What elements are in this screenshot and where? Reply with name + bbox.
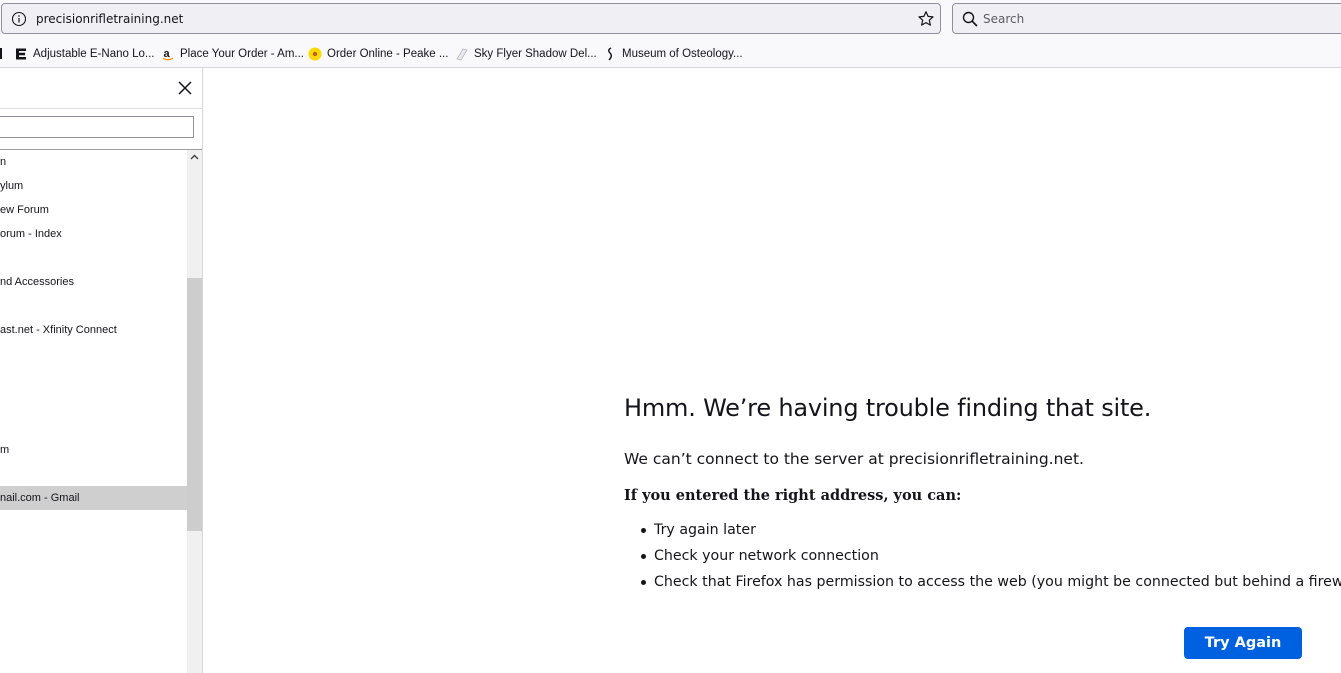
sidebar-list-item[interactable]: ew Forum bbox=[0, 198, 187, 222]
sidebar-list-item[interactable]: nd Accessories bbox=[0, 270, 187, 294]
search-input[interactable] bbox=[983, 10, 1283, 28]
close-icon[interactable] bbox=[177, 80, 193, 96]
bookmark-label: Museum of Osteology... bbox=[622, 48, 743, 60]
search-bar[interactable] bbox=[952, 3, 1341, 34]
error-description: We can’t connect to the server at precis… bbox=[624, 450, 1084, 468]
glider-icon bbox=[455, 47, 469, 61]
error-title: Hmm. We’re having trouble finding that s… bbox=[624, 394, 1152, 422]
sidebar-list: n ylum ew Forum orum - Index nd Accessories a… bbox=[0, 150, 187, 673]
bookmark-label: Place Your Order - Am... bbox=[180, 48, 305, 60]
address-bar[interactable]: precisionrifletraining.net bbox=[1, 3, 941, 34]
bookmark-label: Order Online - Peake ... bbox=[327, 48, 449, 60]
suggestion-item: Try again later bbox=[624, 518, 1341, 544]
bookmark-item[interactable]: Order Online - Peake ... bbox=[308, 45, 448, 63]
sidebar-list-item[interactable]: m bbox=[0, 438, 187, 462]
sidebar-list-item[interactable] bbox=[0, 342, 187, 366]
bookmark-item[interactable]: Museum of Osteology... bbox=[603, 45, 743, 63]
bookmarks-toolbar: Adjustable E-Nano Lo... a Place Your Ord… bbox=[0, 40, 1341, 68]
amazon-icon: a bbox=[161, 47, 175, 61]
error-subheading: If you entered the right address, you ca… bbox=[624, 487, 962, 504]
url-text[interactable]: precisionrifletraining.net bbox=[36, 11, 183, 27]
sidebar-header bbox=[0, 68, 202, 109]
sidebar-scrollbar[interactable] bbox=[187, 150, 202, 673]
bookmark-item[interactable]: Sky Flyer Shadow Del... bbox=[455, 45, 597, 63]
info-icon[interactable] bbox=[11, 11, 27, 27]
sidebar-list-item[interactable] bbox=[0, 294, 187, 318]
sidebar-item-label: n bbox=[0, 156, 7, 168]
navigation-toolbar: precisionrifletraining.net bbox=[0, 0, 1341, 40]
svg-text:a: a bbox=[164, 48, 171, 60]
search-icon bbox=[962, 11, 978, 27]
bookmark-item[interactable]: Adjustable E-Nano Lo... bbox=[14, 45, 154, 63]
scroll-up-arrow-icon[interactable] bbox=[187, 150, 202, 164]
sidebar-item-label: nd Accessories bbox=[0, 276, 74, 288]
sidebar-item-label: ew Forum bbox=[0, 204, 49, 216]
bookmark-label: Sky Flyer Shadow Del... bbox=[474, 48, 597, 60]
sidebar-list-item[interactable]: nail.com - Gmail bbox=[0, 486, 187, 510]
sidebar-list-item[interactable]: ylum bbox=[0, 174, 187, 198]
sun-icon bbox=[308, 47, 322, 61]
sidebar-list-item[interactable]: n bbox=[0, 150, 187, 174]
bookmark-star-icon[interactable] bbox=[917, 10, 935, 28]
sidebar-list-item[interactable] bbox=[0, 366, 187, 390]
try-again-button[interactable]: Try Again bbox=[1184, 627, 1302, 659]
sidebar-list-item[interactable] bbox=[0, 390, 187, 414]
sidebar-list-item[interactable]: ast.net - Xfinity Connect bbox=[0, 318, 187, 342]
sidebar-item-label: ast.net - Xfinity Connect bbox=[0, 324, 117, 336]
bookmark-label: Adjustable E-Nano Lo... bbox=[33, 48, 155, 60]
sidebar-item-label: m bbox=[0, 444, 10, 456]
suggestion-item: Check your network connection bbox=[624, 544, 1341, 570]
suggestion-item: Check that Firefox has permission to acc… bbox=[624, 570, 1341, 596]
sidebar-list-item[interactable] bbox=[0, 246, 187, 270]
e-logo-icon bbox=[14, 47, 28, 61]
sidebar-item-label: ylum bbox=[0, 180, 24, 192]
bookmark-item[interactable]: a Place Your Order - Am... bbox=[161, 45, 304, 63]
spine-icon bbox=[603, 47, 617, 61]
sidebar-list-item[interactable] bbox=[0, 462, 187, 486]
sidebar-list-item[interactable]: orum - Index bbox=[0, 222, 187, 246]
sidebar-item-label: nail.com - Gmail bbox=[0, 492, 80, 504]
scrollbar-thumb[interactable] bbox=[187, 278, 202, 531]
suggestion-list: Try again later Check your network conne… bbox=[624, 518, 1341, 596]
sidebar-list-item[interactable] bbox=[0, 414, 187, 438]
history-sidebar: n ylum ew Forum orum - Index nd Accessories a… bbox=[0, 68, 203, 673]
sidebar-item-label: orum - Index bbox=[0, 228, 62, 240]
bookmark-folder-edge bbox=[0, 48, 2, 59]
sidebar-search-input[interactable] bbox=[0, 116, 194, 138]
